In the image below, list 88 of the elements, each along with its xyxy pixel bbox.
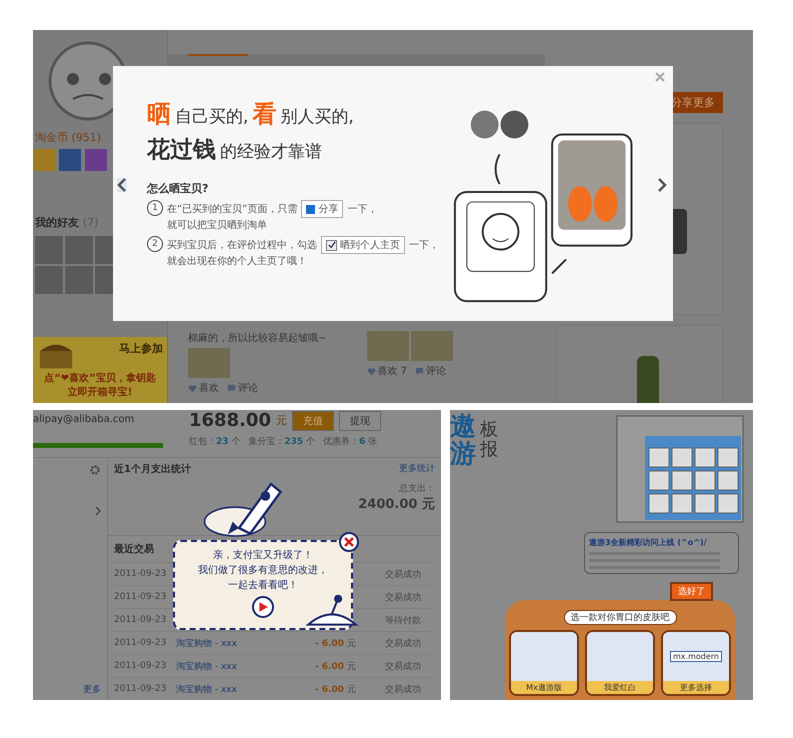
skin-option[interactable]: mx.modern 更多选择 — [661, 630, 731, 696]
skin-label: 更多选择 — [663, 681, 729, 694]
share-button[interactable]: 分享 — [301, 200, 344, 218]
more-stats-link[interactable]: 更多统计 — [399, 462, 435, 476]
heart-icon — [188, 384, 197, 392]
checkbox[interactable] — [326, 240, 337, 250]
headline-text: 的经验才靠谱 — [220, 141, 322, 163]
prompt-label: 选一款对你胃口的皮肤吧 — [564, 610, 676, 625]
close-icon[interactable] — [339, 532, 359, 552]
product-card[interactable] — [556, 325, 723, 403]
date-cell-text: 2011-09-23 — [114, 569, 168, 579]
date-cell-text: 2011-09-23 — [114, 592, 168, 602]
withdraw-button[interactable]: 提现 — [338, 410, 381, 430]
promo-text: 点“❤喜欢”宝贝，拿钥匙 — [43, 371, 157, 385]
like-link[interactable]: 喜欢 7 — [366, 364, 408, 378]
done-button[interactable]: 选好了 — [670, 582, 713, 601]
skin-option[interactable]: Mx遨游版 — [509, 630, 579, 696]
comment-icon — [227, 384, 236, 392]
date-cell-text: 2011-09-23 — [114, 638, 168, 648]
how-to-title: 怎么晒宝贝? — [147, 181, 210, 196]
status-cell-text: 交易成功 — [385, 592, 422, 604]
section-title: 最近交易 — [114, 542, 154, 557]
date-cell-text: 2011-09-23 — [114, 661, 168, 671]
previous-arrow-icon[interactable] — [117, 178, 127, 192]
transaction-link[interactable]: 淘宝购物 - xxx — [176, 662, 237, 672]
heart-icon — [366, 366, 376, 376]
page-subtitle: 板报 — [480, 420, 498, 462]
skin-label: 我爱红白 — [587, 681, 653, 694]
comment-link[interactable]: 评论 — [227, 381, 258, 395]
step-text: 就可以把宝贝晒到淘单 — [167, 218, 268, 232]
like-link[interactable]: 喜欢 — [188, 381, 219, 395]
total-amount: 2400.00 元 — [358, 496, 435, 513]
promo-banner[interactable]: 马上参加 点“❤喜欢”宝贝，拿钥匙 立即开箱寻宝! — [33, 337, 167, 403]
headline-text: 别人买的, — [280, 106, 354, 128]
popup-message: 亲，支付宝又升级了！ — [213, 548, 313, 562]
date-cell-text: 2011-09-23 — [114, 615, 168, 625]
bubble-title: 遨游3全新精彩访问上线 (^o^)/ — [589, 537, 708, 548]
amount-cell: - 6.00 元 — [315, 684, 356, 694]
skin-preview-text: mx.modern — [670, 651, 722, 662]
bottle-photo — [637, 356, 659, 403]
step-text: 在“已买到的宝贝”页面，只需 — [167, 202, 298, 216]
status-cell-text: 交易成功 — [385, 684, 422, 696]
recharge-button[interactable]: 充值 — [292, 410, 334, 430]
popup-message: 一起去看看吧！ — [228, 578, 298, 592]
amount-cell: - 6.00 元 — [315, 662, 356, 672]
post-caption: 棉麻的，所以比较容易起皱哦~ — [188, 332, 328, 345]
section-title: 近1个月支出统计 — [114, 462, 191, 476]
date-cell-text: 2011-09-23 — [114, 684, 168, 694]
share-icon — [306, 204, 316, 214]
promo-text: 立即开箱寻宝! — [66, 385, 134, 399]
headline-text: 晒 — [147, 99, 171, 130]
step-text: 一下， — [347, 203, 378, 216]
step-text: 就会出现在你的个人主页了哦！ — [167, 254, 308, 268]
transaction-link[interactable]: 淘宝购物 - xxx — [176, 638, 237, 648]
chevron-icon — [95, 506, 101, 516]
headline-text: 看 — [252, 99, 276, 130]
amount-cell: - 6.00 元 — [315, 638, 356, 648]
popup-message: 我们做了很多有意思的改进， — [198, 564, 328, 577]
transaction-link[interactable]: 淘宝购物 - xxx — [176, 684, 237, 694]
skin-label: Mx遨游版 — [511, 681, 577, 694]
stat-text: 集分宝：235 个 — [248, 436, 316, 448]
step-text: 买到宝贝后，在评价过程中，勾选 — [167, 238, 317, 252]
checkbox-control[interactable]: 晒到个人主页 — [321, 236, 405, 254]
headline-text: 自己买的, — [175, 106, 248, 128]
account-email: alipay@alibaba.com — [33, 414, 136, 425]
status-cell-text: 交易成功 — [385, 568, 422, 580]
gear-icon[interactable] — [89, 464, 101, 476]
promo-action: 马上参加 — [118, 341, 163, 357]
status-cell-text: 交易成功 — [385, 638, 422, 650]
status-cell-text: 等待付款 — [385, 614, 422, 626]
headline-text: 花过钱 — [147, 136, 216, 165]
more-link[interactable]: 更多 — [83, 683, 101, 696]
balance-amount: 1688.00 — [189, 410, 271, 431]
status-cell-text: 交易成功 — [385, 660, 422, 672]
play-icon[interactable] — [252, 596, 274, 618]
step-number: 2 — [147, 236, 163, 252]
page-title: 遨 游 — [450, 414, 476, 472]
total-label: 总支出： — [399, 482, 435, 495]
comment-link[interactable]: 评论 — [415, 364, 446, 378]
comment-icon — [415, 366, 424, 376]
stat-text: 优惠券：6 张 — [323, 436, 378, 448]
active-tab-underline — [188, 54, 248, 56]
coins-label: 淘金币 (951) — [35, 130, 102, 145]
skin-option[interactable]: 我爱红白 — [585, 630, 655, 696]
stat-text: 红包：23 个 — [189, 436, 240, 448]
step-number: 1 — [147, 200, 163, 216]
currency-label: 元 — [276, 413, 287, 428]
step-text: 一下， — [409, 239, 439, 252]
